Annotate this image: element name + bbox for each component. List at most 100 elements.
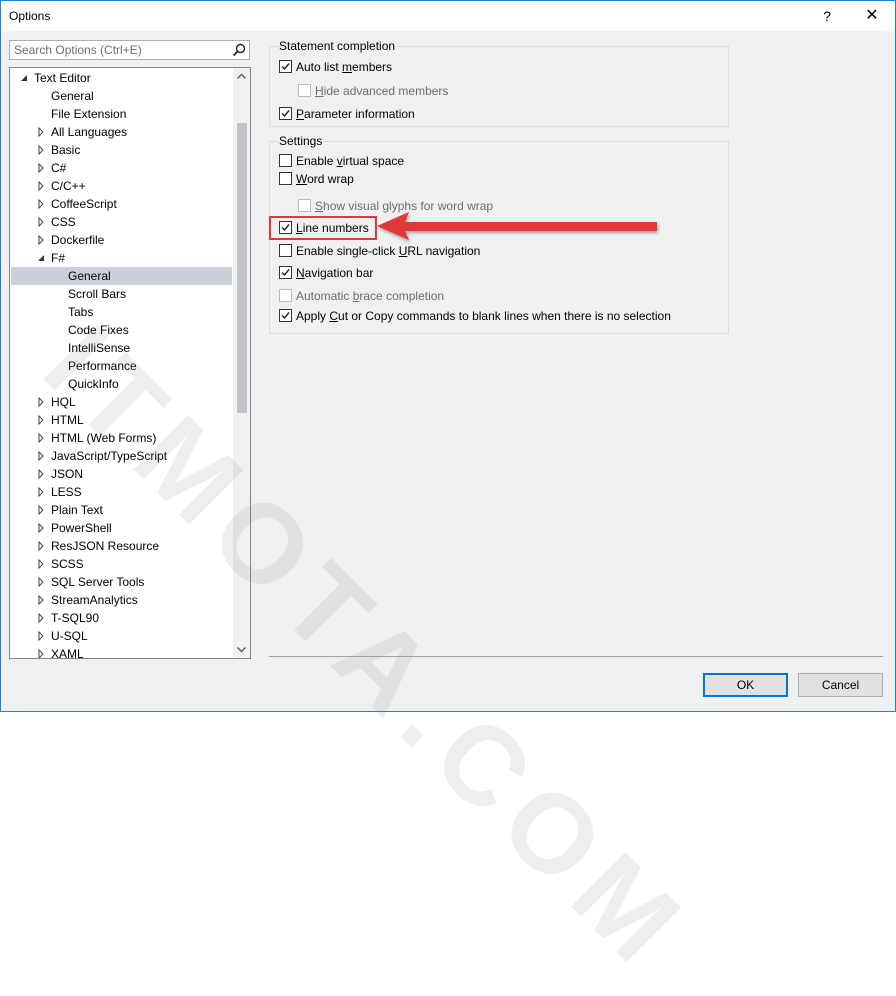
tree-node[interactable]: SQL Server Tools <box>11 573 232 591</box>
tree-node[interactable]: ResJSON Resource <box>11 537 232 555</box>
collapsed-arrow-icon[interactable] <box>36 573 46 591</box>
tree-node[interactable]: U-SQL <box>11 627 232 645</box>
tree-node[interactable]: General <box>11 87 232 105</box>
collapsed-arrow-icon[interactable] <box>36 123 46 141</box>
label-text: Enable single-click <box>296 244 399 258</box>
parameter-information-checkbox[interactable] <box>279 107 292 120</box>
line-numbers-highlight <box>269 216 377 240</box>
show-visual-glyphs-checkbox <box>298 199 311 212</box>
label-text: ut or Copy commands to blank lines when … <box>338 309 671 323</box>
ok-button[interactable]: OK <box>703 673 788 697</box>
tree-node-label: PowerShell <box>51 521 112 535</box>
tree-node[interactable]: IntelliSense <box>11 339 232 357</box>
tree-node[interactable]: HTML <box>11 411 232 429</box>
tree-node[interactable]: QuickInfo <box>11 375 232 393</box>
single-click-url-checkbox[interactable] <box>279 244 292 257</box>
tree-node-label: ResJSON Resource <box>51 539 160 553</box>
scroll-up-icon[interactable] <box>233 68 250 85</box>
cancel-button[interactable]: Cancel <box>798 673 883 697</box>
navigation-bar-label: Navigation bar <box>296 265 373 281</box>
search-input[interactable] <box>10 41 234 59</box>
collapsed-arrow-icon[interactable] <box>36 393 46 411</box>
tree-node-label: StreamAnalytics <box>51 593 138 607</box>
tree-node-label: HQL <box>51 395 76 409</box>
tree-node[interactable]: All Languages <box>11 123 232 141</box>
tree-node[interactable]: JavaScript/TypeScript <box>11 447 232 465</box>
tree-node[interactable]: C/C++ <box>11 177 232 195</box>
collapsed-arrow-icon[interactable] <box>36 627 46 645</box>
auto-list-members-checkbox[interactable] <box>279 60 292 73</box>
label-text: ide advanced members <box>323 84 449 98</box>
tree-node[interactable]: CoffeeScript <box>11 195 232 213</box>
tree-node[interactable]: Plain Text <box>11 501 232 519</box>
collapsed-arrow-icon[interactable] <box>36 429 46 447</box>
tree-node[interactable]: HQL <box>11 393 232 411</box>
access-key: S <box>315 199 324 213</box>
tree-node-label: SQL Server Tools <box>51 575 145 589</box>
collapsed-arrow-icon[interactable] <box>36 519 46 537</box>
collapsed-arrow-icon[interactable] <box>36 591 46 609</box>
tree-node[interactable]: LESS <box>11 483 232 501</box>
tree-node[interactable]: JSON <box>11 465 232 483</box>
tree-node[interactable]: Basic <box>11 141 232 159</box>
collapsed-arrow-icon[interactable] <box>36 231 46 249</box>
tree-node[interactable]: T-SQL90 <box>11 609 232 627</box>
statement-completion-title: Statement completion <box>278 39 397 53</box>
tree-node[interactable]: File Extension <box>11 105 232 123</box>
tree-node[interactable]: Code Fixes <box>11 321 232 339</box>
tree-node-label: Tabs <box>68 305 94 319</box>
checkmark-icon <box>281 269 290 277</box>
expanded-arrow-icon[interactable] <box>36 249 46 267</box>
tree-node-label: Basic <box>51 143 81 157</box>
collapsed-arrow-icon[interactable] <box>36 537 46 555</box>
collapsed-arrow-icon[interactable] <box>36 159 46 177</box>
tree-node[interactable]: XAML <box>11 645 232 659</box>
scroll-down-icon[interactable] <box>233 641 250 658</box>
tree-node[interactable]: Performance <box>11 357 232 375</box>
collapsed-arrow-icon[interactable] <box>36 609 46 627</box>
label-text: Auto list <box>296 60 343 74</box>
collapsed-arrow-icon[interactable] <box>36 555 46 573</box>
tree-node-label: General <box>68 269 111 283</box>
tree-node-label: LESS <box>51 485 82 499</box>
collapsed-arrow-icon[interactable] <box>36 195 46 213</box>
label-text: irtual space <box>342 154 405 168</box>
tree-node[interactable]: General <box>11 267 232 285</box>
tree-node[interactable]: Tabs <box>11 303 232 321</box>
search-icon[interactable] <box>232 43 246 57</box>
collapsed-arrow-icon[interactable] <box>36 141 46 159</box>
collapsed-arrow-icon[interactable] <box>36 465 46 483</box>
collapsed-arrow-icon[interactable] <box>36 483 46 501</box>
enable-virtual-space-checkbox[interactable] <box>279 154 292 167</box>
access-key: N <box>296 266 305 280</box>
tree-node[interactable]: SCSS <box>11 555 232 573</box>
tree-node-label: U-SQL <box>51 629 88 643</box>
tree-node[interactable]: CSS <box>11 213 232 231</box>
help-button[interactable]: ? <box>804 1 850 31</box>
tree-node[interactable]: C# <box>11 159 232 177</box>
navigation-bar-checkbox[interactable] <box>279 266 292 279</box>
close-button[interactable]: ✕ <box>849 1 895 31</box>
tree-scrollbar[interactable] <box>233 68 250 658</box>
expanded-arrow-icon[interactable] <box>19 69 29 87</box>
tree-node[interactable]: Scroll Bars <box>11 285 232 303</box>
collapsed-arrow-icon[interactable] <box>36 645 46 659</box>
tree-node[interactable]: Dockerfile <box>11 231 232 249</box>
word-wrap-checkbox[interactable] <box>279 172 292 185</box>
tree-node[interactable]: PowerShell <box>11 519 232 537</box>
collapsed-arrow-icon[interactable] <box>36 177 46 195</box>
tree-node[interactable]: Text Editor <box>11 69 232 87</box>
tree-node-label: F# <box>51 251 66 265</box>
apply-cut-copy-checkbox[interactable] <box>279 309 292 322</box>
tree-node[interactable]: HTML (Web Forms) <box>11 429 232 447</box>
access-key: m <box>342 60 353 74</box>
collapsed-arrow-icon[interactable] <box>36 501 46 519</box>
tree-node[interactable]: StreamAnalytics <box>11 591 232 609</box>
collapsed-arrow-icon[interactable] <box>36 213 46 231</box>
tree-node-label: C/C++ <box>51 179 86 193</box>
label-text: RL navigation <box>407 244 481 258</box>
scroll-thumb[interactable] <box>237 123 247 413</box>
tree-node[interactable]: F# <box>11 249 232 267</box>
collapsed-arrow-icon[interactable] <box>36 447 46 465</box>
collapsed-arrow-icon[interactable] <box>36 411 46 429</box>
